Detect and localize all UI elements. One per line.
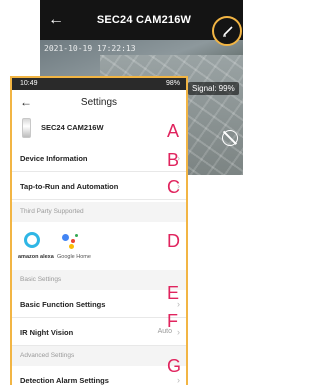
annotation-letter-g: G bbox=[167, 356, 182, 376]
row-label: Tap-to-Run and Automation bbox=[20, 182, 119, 191]
annotation-letter-d: D bbox=[167, 231, 180, 251]
settings-screen: 10:49 98% ← Settings SEC24 CAM216W Devic… bbox=[10, 76, 188, 385]
signal-badge: Signal: 99% bbox=[188, 82, 239, 95]
tap-to-run-row[interactable]: Tap-to-Run and Automation › bbox=[12, 172, 186, 200]
row-label: Basic Function Settings bbox=[20, 300, 106, 309]
annotation-letter-f: F bbox=[167, 311, 178, 331]
annotation-letter-e: E bbox=[167, 283, 180, 303]
annotation-letter-b: B bbox=[167, 150, 180, 170]
ir-night-vision-row[interactable]: IR Night Vision Auto › bbox=[12, 318, 186, 346]
section-label: Third Party Supported bbox=[20, 208, 84, 215]
battery-level: 98% bbox=[165, 80, 180, 87]
status-time: 10:49 bbox=[20, 80, 38, 87]
device-row: SEC24 CAM216W bbox=[12, 116, 186, 142]
alexa-label: amazon alexa bbox=[18, 254, 54, 260]
third-party-row: amazon alexa Google Home bbox=[12, 226, 186, 270]
section-advanced-settings: Advanced Settings bbox=[12, 346, 186, 366]
row-label: IR Night Vision bbox=[20, 328, 74, 337]
status-bar: 10:49 98% bbox=[12, 78, 186, 90]
section-third-party: Third Party Supported bbox=[12, 202, 186, 222]
google-assistant-icon bbox=[60, 232, 80, 250]
annotation-letter-a: A bbox=[167, 121, 180, 141]
basic-function-row[interactable]: Basic Function Settings › bbox=[12, 290, 186, 318]
device-name: SEC24 CAM216W bbox=[41, 123, 104, 132]
camera-title: SEC24 CAM216W bbox=[96, 14, 192, 26]
edit-button[interactable] bbox=[212, 16, 242, 46]
google-home-label: Google Home bbox=[57, 254, 91, 260]
row-label: Device Information bbox=[20, 154, 88, 163]
alexa-icon bbox=[24, 232, 40, 248]
chevron-right-icon: › bbox=[177, 375, 180, 385]
section-label: Basic Settings bbox=[20, 276, 62, 283]
camera-thumbnail-icon bbox=[22, 118, 31, 138]
section-basic-settings: Basic Settings bbox=[12, 270, 186, 290]
section-label: Advanced Settings bbox=[20, 352, 75, 359]
detection-alarm-row[interactable]: Detection Alarm Settings › bbox=[12, 366, 186, 385]
mute-icon[interactable] bbox=[222, 130, 238, 146]
annotation-letter-c: C bbox=[167, 177, 180, 197]
device-information-row[interactable]: Device Information › bbox=[12, 144, 186, 172]
settings-header: ← Settings bbox=[12, 90, 186, 114]
back-arrow-icon[interactable]: ← bbox=[48, 12, 64, 28]
row-label: Detection Alarm Settings bbox=[20, 376, 109, 385]
camera-timestamp: 2021-10-19 17:22:13 bbox=[44, 44, 136, 53]
pencil-icon bbox=[223, 26, 233, 37]
page-title: Settings bbox=[80, 97, 118, 108]
